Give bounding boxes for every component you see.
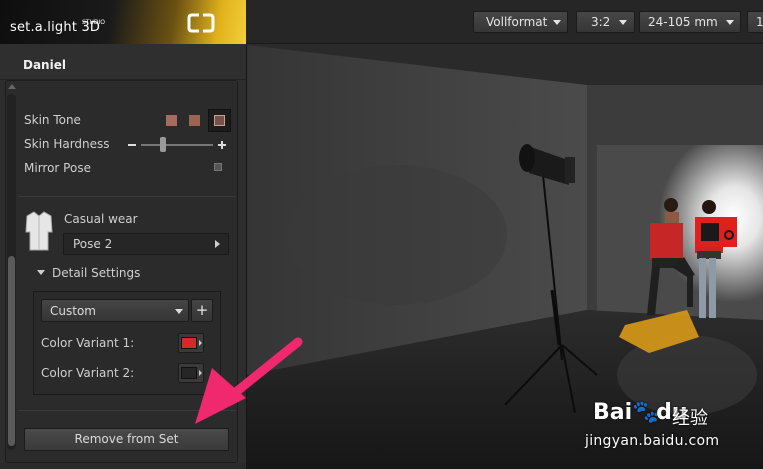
scrollbar-thumb[interactable]	[8, 256, 15, 446]
shirt-icon	[25, 211, 53, 251]
pose-select[interactable]: Pose 2	[63, 233, 229, 255]
preset-select[interactable]: Custom	[41, 299, 189, 322]
color-variant-2-label: Color Variant 2:	[41, 366, 135, 380]
model-name: Daniel	[23, 58, 66, 72]
sensor-select[interactable]: Vollformat	[473, 11, 568, 33]
skin-hardness-slider[interactable]	[141, 144, 213, 146]
watermark-cn: 经验	[672, 408, 708, 429]
divider	[18, 196, 236, 197]
chevron-down-icon	[619, 20, 627, 25]
collapse-triangle-icon[interactable]	[37, 270, 45, 275]
skin-tone-swatch-selected[interactable]	[208, 109, 231, 132]
color-variant-2-picker[interactable]	[178, 363, 204, 383]
extra-value: 1	[756, 15, 763, 29]
chevron-down-icon	[553, 20, 561, 25]
chevron-right-icon	[199, 340, 202, 346]
pose-value: Pose 2	[73, 237, 113, 251]
add-preset-button[interactable]: +	[191, 299, 213, 322]
detail-settings-toggle[interactable]: Detail Settings	[52, 266, 140, 280]
watermark-brand-part1: Bai	[593, 400, 633, 425]
extra-select[interactable]: 1	[747, 11, 763, 33]
preset-value: Custom	[50, 304, 96, 318]
logo-bar: set.a.light 3D STUDIO	[0, 0, 246, 44]
color-variant-1-label: Color Variant 1:	[41, 336, 135, 350]
skin-hardness-slider-thumb[interactable]	[159, 137, 166, 152]
app-logo-subtext: STUDIO	[82, 19, 105, 26]
skin-hardness-label: Skin Hardness	[24, 137, 110, 151]
color-variant-1-picker[interactable]	[178, 333, 204, 353]
chevron-down-icon	[175, 309, 183, 314]
remove-from-set-button[interactable]: Remove from Set	[24, 428, 229, 451]
chevron-down-icon	[726, 20, 734, 25]
shadow	[287, 165, 507, 305]
paw-icon: 🐾	[632, 400, 660, 425]
skin-tone-swatch-2[interactable]	[189, 115, 200, 126]
watermark-url: jingyan.baidu.com	[585, 433, 720, 449]
color-variant-2-chip	[181, 367, 197, 379]
top-toolbar: Vollformat 3:2 24-105 mm 1	[246, 0, 763, 44]
panel-bottom-edge	[0, 463, 246, 469]
aspect-ratio-value: 3:2	[591, 15, 611, 29]
lens-select[interactable]: 24-105 mm	[639, 11, 741, 33]
minus-icon[interactable]	[128, 144, 136, 146]
clothing-label: Casual wear	[64, 212, 138, 226]
light-marker-icon	[695, 217, 737, 247]
lens-value: 24-105 mm	[648, 15, 718, 29]
aspect-ratio-select[interactable]: 3:2	[576, 11, 635, 33]
sensor-value: Vollformat	[486, 15, 548, 29]
mirror-pose-checkbox[interactable]	[214, 163, 222, 171]
skin-tone-swatch-1[interactable]	[166, 115, 177, 126]
plus-icon-vertical[interactable]	[221, 141, 223, 149]
divider	[18, 410, 236, 411]
mirror-pose-label: Mirror Pose	[24, 161, 91, 175]
scroll-up-icon[interactable]	[8, 84, 16, 89]
skin-tone-swatch-3	[214, 115, 225, 126]
left-panel: set.a.light 3D STUDIO Daniel Skin Tone S…	[0, 0, 246, 469]
chevron-right-icon	[199, 370, 202, 376]
chevron-right-icon	[215, 240, 220, 248]
skin-tone-label: Skin Tone	[24, 113, 81, 127]
color-variant-1-chip	[181, 337, 197, 349]
app-logo-icon	[187, 13, 215, 33]
